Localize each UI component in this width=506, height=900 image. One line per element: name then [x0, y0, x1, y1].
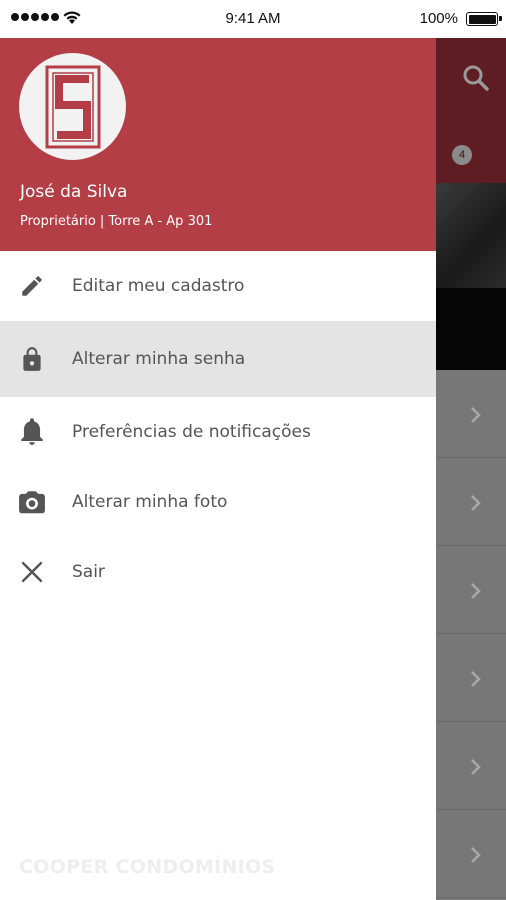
background-banner: [436, 288, 506, 370]
search-icon[interactable]: [462, 64, 490, 92]
camera-icon: [18, 488, 46, 516]
menu-item-label: Sair: [72, 562, 105, 582]
drawer-header: José da Silva Proprietário | Torre A - A…: [0, 38, 436, 251]
menu-item-label: Preferências de notificações: [72, 422, 311, 442]
menu-item-notification-preferences[interactable]: Preferências de notificações: [0, 397, 436, 467]
menu-item-logout[interactable]: Sair: [0, 537, 436, 607]
close-icon: [18, 558, 46, 586]
chevron-right-icon: [471, 495, 481, 511]
status-bar: 9:41 AM 100%: [0, 0, 506, 38]
menu-item-change-photo[interactable]: Alterar minha foto: [0, 467, 436, 537]
user-unit-info: Proprietário | Torre A - Ap 301: [20, 214, 213, 229]
background-screen: 4: [436, 38, 506, 900]
menu-item-label: Alterar minha senha: [72, 349, 246, 369]
menu-item-edit-profile[interactable]: Editar meu cadastro: [0, 251, 436, 321]
list-item: [436, 458, 506, 546]
list-item: [436, 370, 506, 458]
bell-icon: [18, 418, 46, 446]
navigation-drawer: José da Silva Proprietário | Torre A - A…: [0, 38, 436, 900]
list-item: [436, 546, 506, 634]
pencil-icon: [18, 272, 46, 300]
list-item: [436, 634, 506, 722]
chevron-right-icon: [471, 583, 481, 599]
user-name: José da Silva: [20, 182, 128, 202]
logo-icon: [45, 65, 100, 148]
background-image: [436, 183, 506, 288]
menu-item-change-password[interactable]: Alterar minha senha: [0, 321, 436, 397]
battery-icon: [466, 12, 502, 26]
chevron-right-icon: [471, 407, 481, 423]
background-list: [436, 370, 506, 898]
battery-percentage: 100%: [419, 10, 458, 27]
chevron-right-icon: [471, 759, 481, 775]
avatar[interactable]: [19, 53, 126, 160]
lock-icon: [18, 345, 46, 373]
menu-item-label: Editar meu cadastro: [72, 276, 245, 296]
menu-item-label: Alterar minha foto: [72, 492, 228, 512]
notification-badge: 4: [452, 145, 472, 165]
drawer-menu: Editar meu cadastro Alterar minha senha …: [0, 251, 436, 607]
brand-name: COOPER CONDOMÍNIOS: [19, 856, 276, 878]
list-item: [436, 722, 506, 810]
background-header: 4: [436, 38, 506, 183]
list-item: [436, 810, 506, 898]
chevron-right-icon: [471, 671, 481, 687]
chevron-right-icon: [471, 847, 481, 863]
